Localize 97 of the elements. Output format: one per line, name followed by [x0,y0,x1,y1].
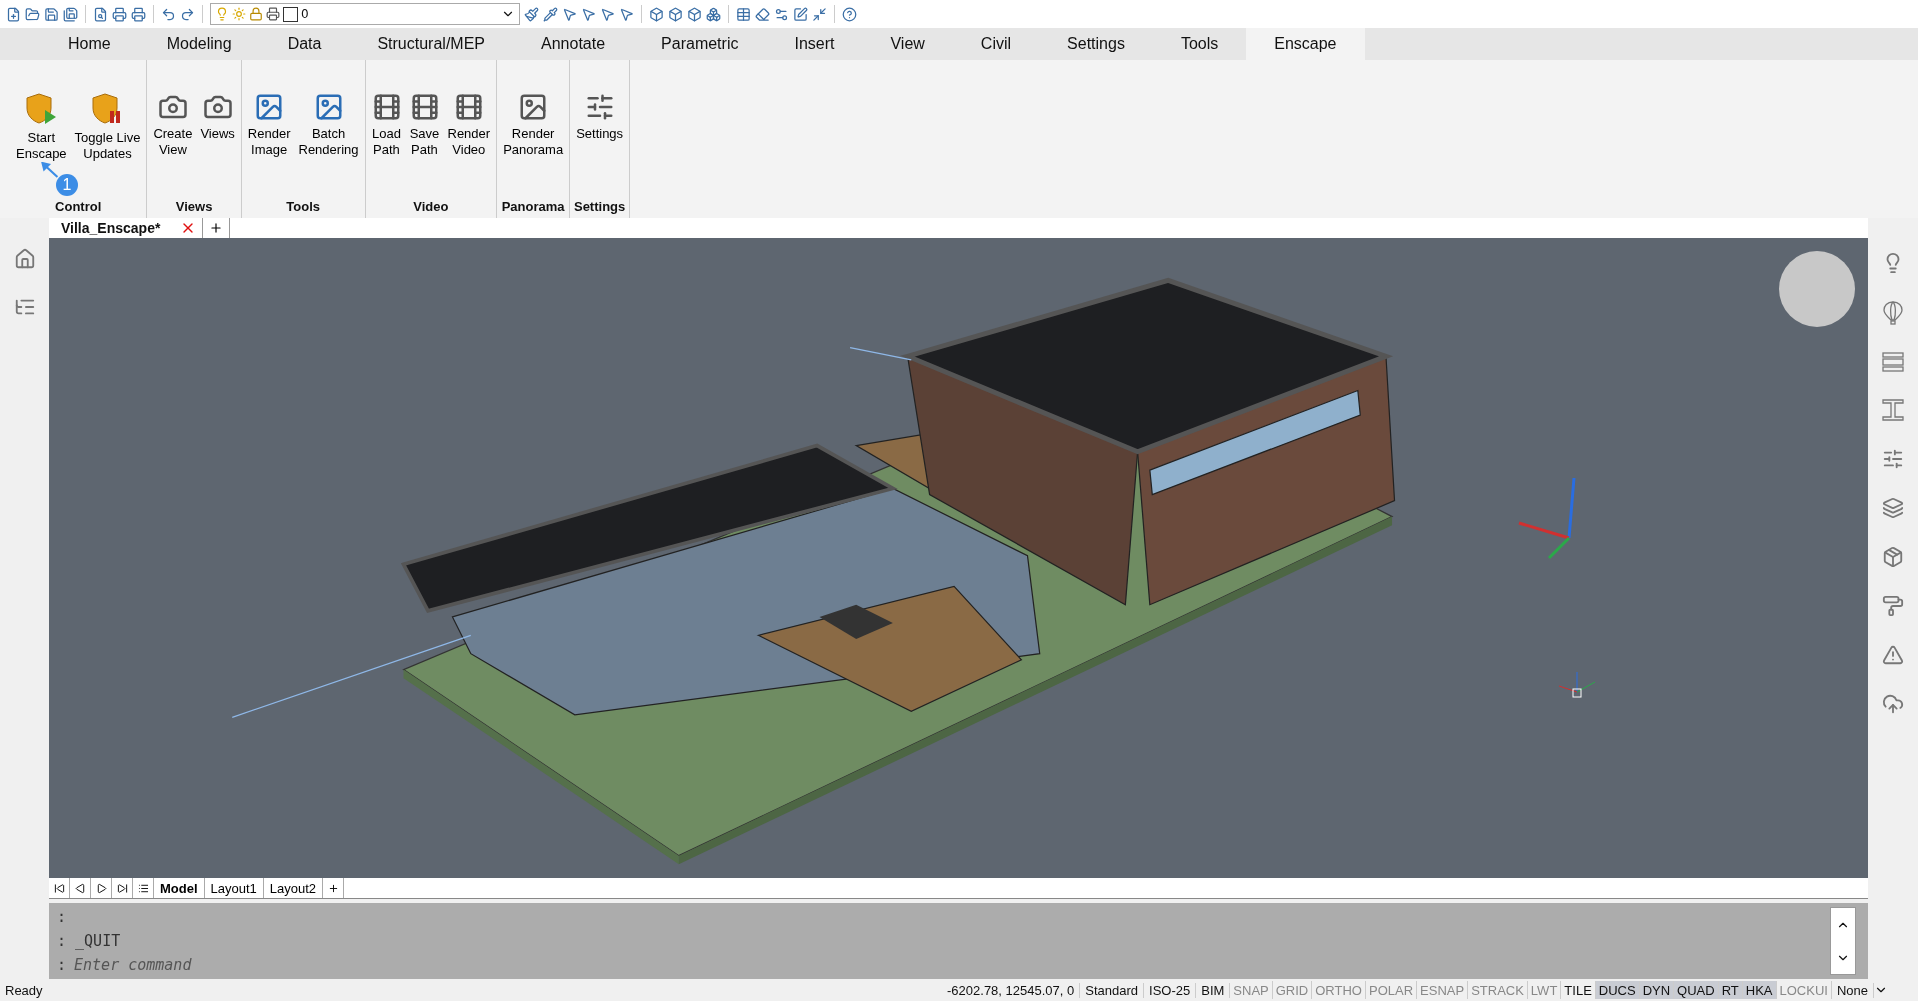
skip-forward-icon [116,882,128,894]
plus-icon [327,882,339,894]
cube-icon[interactable] [649,6,664,22]
status-text: Ready [4,982,44,998]
preview-icon[interactable] [93,6,108,22]
list-icon [137,882,149,894]
callout-arrow [40,162,60,178]
ribbon-tab[interactable]: Settings [1039,28,1153,60]
ribbon-button[interactable]: Load Path [368,92,405,199]
panel-title: Video [412,199,450,216]
cube-icon[interactable] [687,6,702,22]
ribbon-tab[interactable]: Modeling [138,28,260,60]
ribbon-tab[interactable]: Insert [766,28,863,60]
ribbon-tab[interactable]: Data [259,28,350,60]
cubes-icon[interactable] [706,6,721,22]
selection-filter[interactable]: None [1831,982,1874,998]
open-folder-icon[interactable] [25,6,40,22]
status-toggle[interactable]: RT [1718,981,1743,999]
status-toggle[interactable]: DYN [1639,981,1675,999]
table-icon[interactable] [736,6,751,22]
print-icon[interactable] [112,6,127,22]
layer-name: 0 [301,7,310,21]
box-icon[interactable] [1882,546,1904,568]
ribbon-button[interactable]: Create View [150,92,196,199]
ribbon-tab[interactable]: Structural/MEP [349,28,513,60]
status-toggle[interactable]: HKA [1742,981,1777,999]
ribbon-button[interactable]: Render Image [244,92,294,199]
model-viewport[interactable] [49,238,1868,878]
command-history-line: : _QUIT [57,932,122,950]
ribbon-tab[interactable]: Civil [952,28,1040,60]
panel-title: Settings [573,199,627,216]
save-all-icon[interactable] [63,6,78,22]
eyedropper-icon[interactable] [543,6,558,22]
ribbon-button[interactable]: Batch Rendering [295,92,362,199]
skip-back-icon [53,882,65,894]
select-icon[interactable] [581,6,596,22]
brush-icon[interactable] [524,6,539,22]
command-prompt: : [57,956,67,974]
ribbon-tab[interactable]: View [862,28,953,60]
ribbon-tab[interactable]: Home [40,28,139,60]
style-label[interactable]: BIM [1196,982,1231,998]
ribbon-tab[interactable]: Annotate [513,28,634,60]
layer-dropdown[interactable]: 0 [210,3,520,25]
printer-icon [266,7,280,21]
new-file-icon[interactable] [6,6,21,22]
eraser-icon[interactable] [755,6,770,22]
lock-icon [249,7,263,21]
style-label[interactable]: Standard [1080,982,1145,998]
ribbon-tab[interactable]: Enscape [1246,28,1365,60]
status-toggle[interactable]: QUAD [1674,981,1719,999]
save-icon[interactable] [44,6,59,22]
home-icon[interactable] [13,248,36,270]
pointer-icon[interactable] [562,6,577,22]
i-beam-icon[interactable] [1882,399,1904,421]
help-icon[interactable] [842,6,857,22]
triangle-left-icon [74,882,86,894]
wall-layers-icon[interactable] [1882,352,1904,372]
ribbon-button[interactable]: Render Panorama [500,92,567,199]
cube-icon[interactable] [668,6,683,22]
color-swatch [283,6,298,22]
command-input[interactable]: Enter command [74,956,1822,974]
style-label[interactable]: ISO-25 [1144,982,1197,998]
image-icon [254,92,285,122]
edit-icon[interactable] [793,6,808,22]
command-history-line: : [57,908,68,926]
panel-title: Views [174,199,214,216]
layers-icon[interactable] [1882,497,1904,519]
triangle-right-icon [95,882,107,894]
plus-icon [209,221,224,235]
status-toggle[interactable]: DUCS [1595,981,1640,999]
status-toggle[interactable]: TILE [1561,981,1596,999]
panel-title: Panorama [500,199,566,216]
ribbon-button[interactable]: Save Path [406,92,443,199]
panel-title: Control [54,199,103,216]
ribbon-tab[interactable]: Tools [1152,28,1247,60]
ribbon-button[interactable]: Settings [573,92,627,199]
balloon-icon[interactable] [1882,301,1904,325]
cloud-upload-icon[interactable] [1882,693,1904,715]
warning-icon[interactable] [1882,644,1904,666]
ribbon-button[interactable]: Render Video [444,92,494,199]
navigation-wheel-icon[interactable] [1778,250,1856,328]
pointer-icon[interactable] [600,6,615,22]
ribbon-tab[interactable]: Parametric [633,28,767,60]
redo-icon[interactable] [180,6,195,22]
coordinates-text: -6202.78, 12545.07, 0 [942,982,1081,998]
paint-brush-icon[interactable] [1882,595,1904,617]
lightbulb-icon [215,7,229,21]
printer-icon[interactable] [131,6,146,22]
select-icon[interactable] [619,6,634,22]
ribbon-button[interactable]: Views [197,92,238,199]
minimize-icon[interactable] [812,6,827,22]
undo-icon[interactable] [161,6,176,22]
sliders-icon[interactable] [1882,448,1904,470]
panel-title: Tools [285,199,322,216]
sun-icon [232,7,246,21]
panorama-icon [518,92,549,122]
callout-badge: 1 [56,174,78,196]
